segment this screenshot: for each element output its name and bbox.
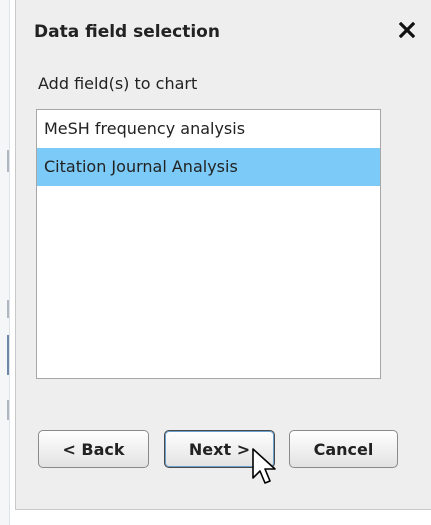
background-window-edge: [0, 0, 10, 525]
cancel-button[interactable]: Cancel: [289, 430, 398, 468]
dialog-subtitle: Add field(s) to chart: [38, 74, 198, 93]
field-listbox[interactable]: MeSH frequency analysis Citation Journal…: [36, 109, 381, 379]
dialog-titlebar: Data field selection: [16, 0, 431, 60]
edge-mark: [7, 300, 9, 318]
list-item-mesh-frequency-analysis[interactable]: MeSH frequency analysis: [37, 110, 380, 148]
data-field-selection-dialog: Data field selection Add field(s) to cha…: [15, 0, 431, 510]
dialog-title: Data field selection: [34, 22, 220, 42]
edge-mark: [7, 335, 9, 375]
list-item-citation-journal-analysis[interactable]: Citation Journal Analysis: [37, 148, 380, 186]
back-button[interactable]: < Back: [38, 430, 149, 468]
next-button[interactable]: Next >: [164, 430, 275, 468]
close-button[interactable]: [393, 16, 421, 44]
edge-mark: [7, 150, 9, 172]
edge-mark: [7, 400, 9, 420]
close-icon: [399, 22, 415, 38]
app-frame: Data field selection Add field(s) to cha…: [0, 0, 431, 525]
